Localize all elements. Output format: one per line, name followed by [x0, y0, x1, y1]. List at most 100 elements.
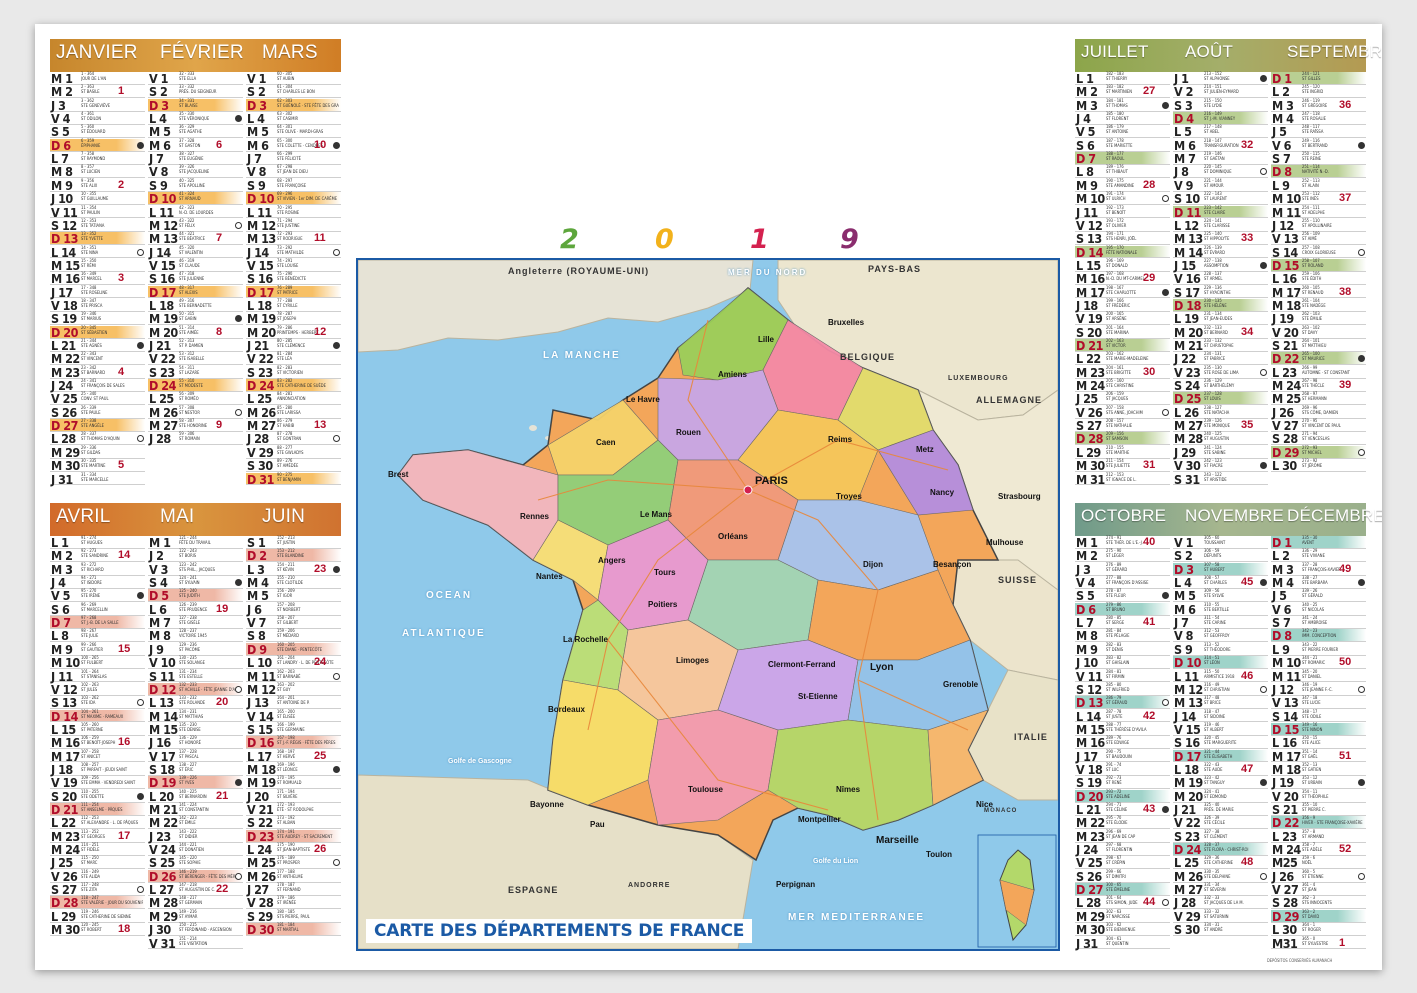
day-label: S 23: [1174, 828, 1200, 844]
day-label: M 24: [51, 842, 80, 858]
day-label: M 20: [149, 324, 178, 340]
day-row: L 25 84 - 281 ANNONCIATION: [246, 391, 341, 405]
day-label: J 31: [1076, 935, 1098, 951]
saint-of-day: 19 - 346 ST MARIUS: [81, 311, 102, 322]
day-label: L 15: [51, 721, 76, 737]
saint-of-day: 269 - 96 STS CÔME, DAMIEN: [1302, 404, 1339, 415]
day-label: J 4: [51, 575, 66, 591]
saint-of-day: 157 - 208 ST NORBERT: [277, 601, 301, 612]
day-row: L 7 7 - 358 ST RAYMOND: [50, 151, 145, 167]
day-row: V 18 18 - 347 STE PRISCA: [50, 298, 145, 312]
day-label: M 20: [1174, 324, 1203, 340]
saint-of-day: 263 - 102 ST DAVY: [1302, 324, 1320, 335]
saint-of-day: 290 - 75 ST BAUDOUIN: [1106, 748, 1132, 759]
day-label: S 26: [51, 404, 77, 420]
day-row: L 10 161 - 204 ST LANDRY · L. DE PENTECÔTE…: [246, 655, 341, 669]
day-row: V 23 235 - 130 STE ROSE DE LIMA: [1173, 365, 1268, 379]
day-row: V 1 60 - 305 ST AUBIN: [246, 71, 341, 85]
day-row: M 30 30 - 335 STE MARTINE 5: [50, 458, 145, 474]
saint-of-day: 122 - 243 ST BORIS: [179, 548, 197, 559]
week-number: 1: [1339, 936, 1346, 949]
day-label: S 21: [1272, 338, 1298, 353]
day-row: M 6 310 - 55 STE BERTILLE: [1173, 602, 1268, 616]
map-title: CARTE DES DÉPARTEMENTS DE FRANCE: [366, 919, 753, 943]
map-city: Angers: [598, 556, 626, 565]
day-label: V 29: [1174, 908, 1201, 924]
map-city: Grenoble: [943, 680, 979, 689]
saint-of-day: 172 - 193 ÉTÉ · ST RODOLPHE: [277, 802, 314, 812]
saint-of-day: 182 - 183 ST THIERRY: [1106, 71, 1128, 81]
day-row: L 4 35 - 330 STE VÉRONIQUE: [148, 111, 243, 125]
day-label: J 17: [1076, 748, 1098, 764]
day-label: L 18: [247, 297, 272, 313]
day-label: M 30: [51, 458, 80, 474]
day-row: V 4 4 - 361 ST ODILON: [50, 111, 145, 125]
day-row: J 26 360 - 5 ST ÉTIENNE: [1271, 868, 1366, 884]
week-number: 30: [1143, 365, 1156, 378]
month-column: V 1 32 - 333 STE ELLA S 2 33 - 332 PRÉS. DU S…: [148, 71, 243, 486]
saint-of-day: 116 - 249 STE ALIDA: [81, 868, 101, 879]
day-label: M 16: [51, 735, 80, 751]
day-row: M 31 212 - 153 ST IGNACE DE L.: [1075, 472, 1170, 486]
map-city: Dijon: [863, 560, 883, 569]
day-label: L 7: [51, 151, 69, 167]
saint-of-day: 361 - 4 ST JEAN: [1302, 882, 1317, 893]
day-row: S 2 306 - 59 DÉFUNTS: [1173, 548, 1268, 562]
quarter-header: AVRIL MAI JUIN: [50, 503, 341, 536]
saint-of-day: 59 - 306 ST ROMAIN: [179, 431, 200, 442]
saint-of-day: 161 - 204 ST LANDRY · L. DE PENTECÔTE: [277, 655, 334, 666]
saint-of-day: 240 - 125 ST AUGUSTIN: [1204, 431, 1229, 442]
saint-of-day: 148 - 217 ST GERMAIN: [179, 895, 203, 906]
day-row: V 10 130 - 235 STE SOLANGE: [148, 655, 243, 669]
day-label: J 27: [247, 882, 269, 898]
map-graphic: [358, 260, 1058, 949]
day-label: S 27: [1076, 418, 1102, 434]
saint-of-day: 284 - 81 ST FIRMIN: [1106, 668, 1125, 679]
day-label: V 26: [51, 868, 78, 884]
saint-of-day: 213 - 152 ST ALPHONSE: [1204, 71, 1230, 81]
map-label-belgium: BELGIQUE: [840, 352, 896, 362]
day-row: S 27 208 - 157 STE NATHALIE: [1075, 418, 1170, 434]
day-row: L 14 14 - 351 STE NINA: [50, 244, 145, 260]
day-label: M 10: [1272, 191, 1301, 207]
saint-of-day: 156 - 209 ST IGOR: [277, 588, 295, 599]
day-label: J 26: [1272, 868, 1294, 884]
saint-of-day: 41 - 324 ST ARNAUD: [179, 191, 201, 202]
day-label: L 23: [1272, 364, 1297, 380]
day-row: D 21 202 - 163 ST VICTOR: [1075, 338, 1170, 352]
week-number: 45: [1241, 576, 1254, 589]
saint-of-day: 4 - 361 ST ODILON: [81, 111, 102, 122]
day-row: S 13 194 - 171 STS HENRI, JOËL: [1075, 231, 1170, 245]
saint-of-day: 245 - 120 STE INGRID: [1302, 84, 1324, 95]
day-row: M 26 330 - 35 STE DELPHINE: [1173, 869, 1268, 883]
day-label: V 8: [247, 164, 266, 180]
day-row: L 6 126 - 239 STE PRUDENCE 19: [148, 602, 243, 616]
saint-of-day: 176 - 189 ST PROSPER: [277, 855, 300, 866]
year-title: 2 0 1 9: [560, 224, 860, 255]
moon-phase-icon: [235, 221, 242, 229]
day-label: M 1: [51, 71, 73, 86]
day-row: M 29 302 - 63 ST NARCISSE: [1075, 909, 1170, 923]
day-row: S 12 285 - 80 ST WILFRIED: [1075, 682, 1170, 696]
year-digit: 1: [750, 224, 769, 255]
day-label: V 22: [149, 351, 176, 367]
day-row: D 2 153 - 212 STE BLANDINE: [246, 548, 341, 562]
day-row: S 4 124 - 241 ST SYLVAIN: [148, 575, 243, 589]
map-city: Le Havre: [626, 395, 660, 404]
day-row: D 4 216 - 149 ST J.-M. VIANNEY: [1173, 111, 1268, 125]
day-label: M 7: [149, 615, 171, 631]
day-label: L 3: [247, 561, 265, 577]
day-row: S 16 75 - 290 STE BÉNÉDICTE: [246, 271, 341, 285]
saint-of-day: 110 - 255 STE ODETTE: [81, 788, 104, 799]
day-label: J 21: [247, 338, 269, 353]
week-number: 49: [1339, 562, 1352, 575]
day-label: L 14: [51, 244, 76, 260]
day-label: M 30: [1076, 922, 1105, 938]
saint-of-day: 130 - 235 STE SOLANGE: [179, 655, 205, 666]
moon-phase-icon: [1358, 248, 1365, 256]
day-row: D 5 125 - 240 STE JUDITH: [148, 588, 243, 602]
saint-of-day: 165 - 200 ST ÉLISÉE: [277, 708, 296, 719]
week-number: 17: [118, 829, 131, 842]
saint-of-day: 37 - 328 ST GASTON: [179, 137, 201, 148]
day-label: V 14: [247, 708, 274, 724]
